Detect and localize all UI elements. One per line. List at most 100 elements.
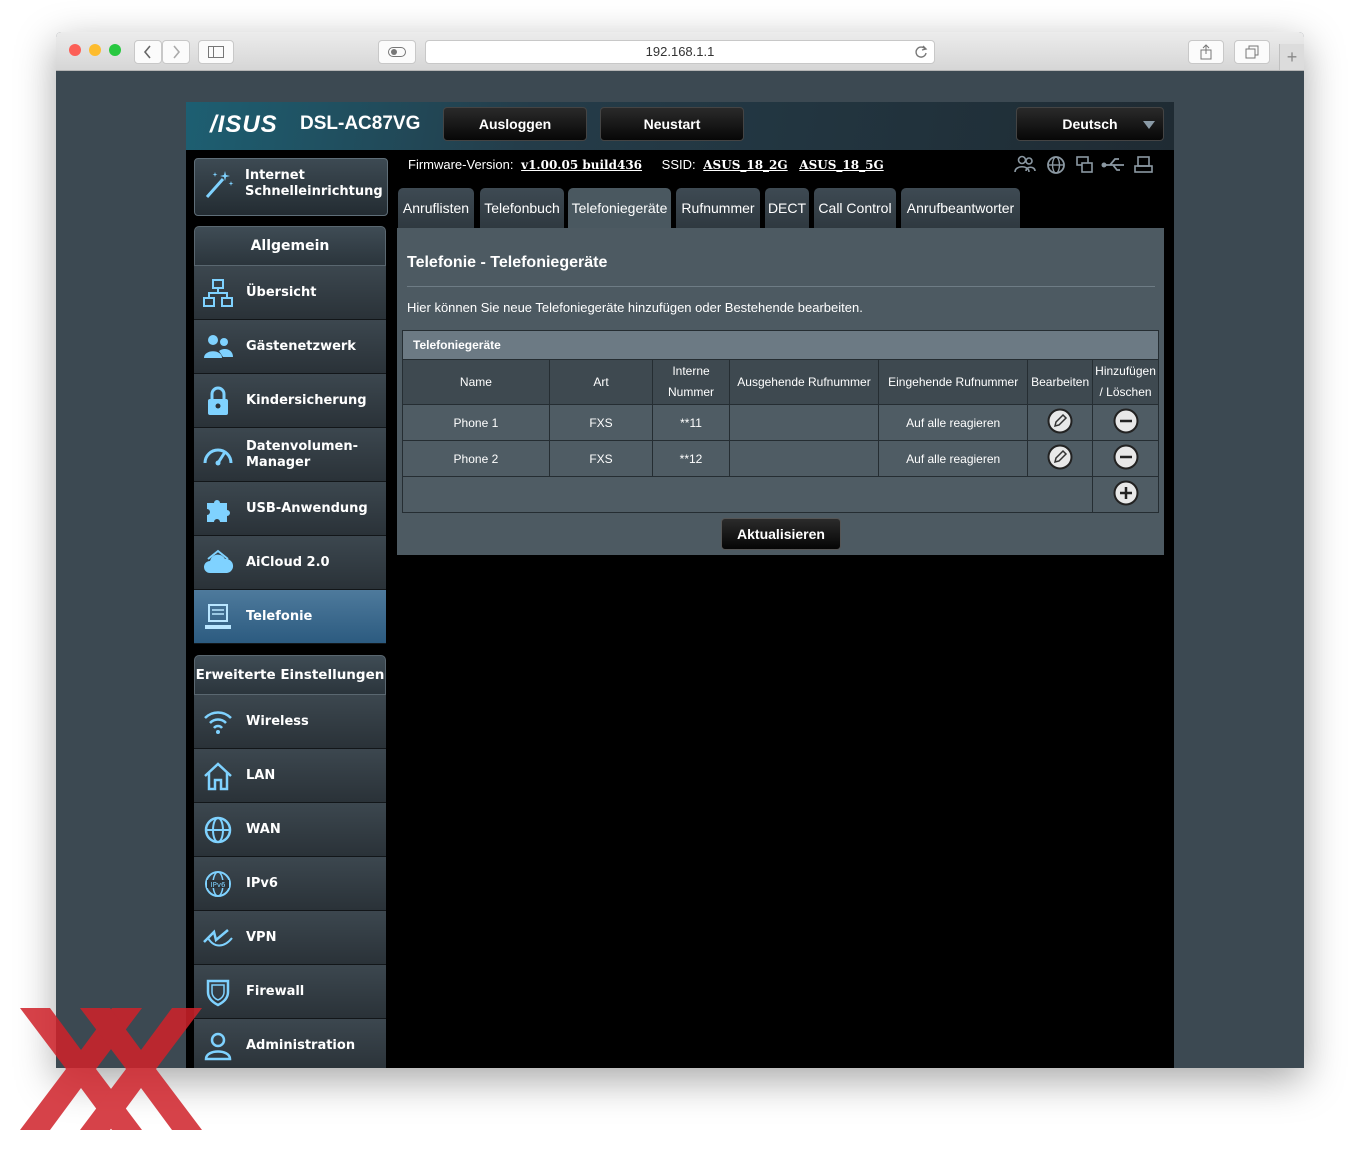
ipv6-globe-icon: IPv6 (205, 871, 231, 897)
tab-telefonbuch[interactable]: Telefonbuch (480, 188, 564, 228)
tabs-icon (1245, 45, 1259, 59)
model-name: DSL-AC87VG (300, 113, 421, 134)
tab-anruflisten[interactable]: Anruflisten (398, 188, 474, 228)
sidebar-item-gaestenetzwerk[interactable]: Gästenetzwerk (194, 320, 386, 374)
sidebar-item-vpn[interactable]: VPN (194, 911, 386, 965)
sidebar-item-label: VPN (246, 930, 277, 945)
tab-rufnummer[interactable]: Rufnummer (676, 188, 760, 228)
column-header: Ausgehende Rufnummer (728, 359, 880, 405)
internet-globe-icon[interactable] (1047, 156, 1065, 174)
sidebar-item-kindersicherung[interactable]: Kindersicherung (194, 374, 386, 428)
sidebar-item-label: Firewall (246, 984, 305, 999)
sidebar-item-lan[interactable]: LAN (194, 749, 386, 803)
sidebar-item-label: USB-Anwendung (246, 501, 368, 516)
table-title: Telefoniegeräte (402, 330, 1159, 360)
quick-internet-setup-button[interactable]: Internet Schnelleinrichtung (194, 158, 388, 216)
tabs-overview-button[interactable] (1234, 40, 1270, 64)
tab-telefoniegeraete[interactable]: Telefoniegeräte (568, 188, 671, 228)
ssid-2g-link[interactable]: ASUS_18_2G (703, 158, 787, 172)
svg-text:IPv6: IPv6 (211, 881, 226, 889)
add-plus-icon[interactable] (1113, 480, 1139, 506)
sidebar-toggle-button[interactable] (198, 40, 234, 64)
firmware-ssid-bar: Firmware-Version: v1.00.05 build436 SSID… (408, 157, 884, 172)
address-bar[interactable]: 192.168.1.1 (425, 40, 935, 64)
sidebar-item-firewall[interactable]: Firewall (194, 965, 386, 1019)
sidebar-item-label: IPv6 (246, 876, 278, 891)
asus-logo: /ISUS (210, 111, 278, 138)
sidebar-item-label: Administration (246, 1038, 356, 1053)
tab-dect[interactable]: DECT (765, 188, 809, 228)
sidebar-item-telefonie[interactable]: Telefonie (194, 590, 386, 644)
cell-internal-number: **12 (652, 440, 730, 477)
sidebar-icon (208, 46, 224, 58)
edit-cell (1027, 440, 1094, 477)
reader-toggle-button[interactable] (378, 40, 416, 64)
sidebar-item-label: Übersicht (246, 285, 317, 300)
advanced-section-title: Erweiterte Einstellungen (194, 655, 386, 695)
remove-minus-icon[interactable] (1113, 408, 1139, 434)
sidebar-item-label: AiCloud 2.0 (246, 555, 330, 570)
share-button[interactable] (1188, 40, 1224, 64)
column-header: Eingehende Rufnummer (878, 359, 1029, 405)
sidebar-item-label: Wireless (246, 714, 309, 729)
firmware-version-link[interactable]: v1.00.05 build436 (521, 158, 642, 172)
chevron-right-icon (173, 45, 181, 59)
close-window-button[interactable] (69, 44, 81, 56)
cell-incoming-number: Auf alle reagieren (878, 440, 1029, 477)
language-select[interactable]: Deutsch (1016, 107, 1164, 141)
content-panel: Telefonie - Telefoniegeräte Hier können … (397, 228, 1164, 555)
sidebar-item-ipv6[interactable]: IPv6 IPv6 (194, 857, 386, 911)
remove-minus-icon[interactable] (1113, 444, 1139, 470)
cell-name: Phone 2 (402, 440, 550, 477)
watermark-logo (20, 1008, 202, 1130)
ssid-label: SSID: (661, 157, 696, 172)
vpn-icon (203, 929, 233, 947)
usb-icon[interactable] (1101, 158, 1125, 171)
router-app: /ISUS DSL-AC87VG Ausloggen Neustart Deut… (186, 102, 1174, 1068)
printer-icon[interactable] (1134, 156, 1153, 173)
edit-pencil-icon[interactable] (1047, 408, 1073, 434)
sidebar-item-label: Datenvolumen-Manager (246, 439, 358, 470)
sidebar-item-wireless[interactable]: Wireless (194, 695, 386, 749)
sidebar-item-usb-anwendung[interactable]: USB-Anwendung (194, 482, 386, 536)
cloud-icon (204, 549, 234, 573)
cell-internal-number: **11 (652, 404, 730, 441)
sidebar-item-administration[interactable]: Administration (194, 1019, 386, 1068)
sidebar-item-wan[interactable]: WAN (194, 803, 386, 857)
telephony-icon (205, 604, 231, 629)
network-map-icon (203, 279, 233, 307)
devices-table: Telefoniegeräte Name Art Interne Nummer … (401, 330, 1159, 513)
devices-icon[interactable] (1076, 156, 1093, 173)
cell-outgoing-number (728, 404, 880, 441)
page-title: Telefonie - Telefoniegeräte (407, 254, 608, 271)
wifi-icon (204, 711, 232, 734)
logout-button[interactable]: Ausloggen (443, 107, 587, 141)
back-button[interactable] (134, 40, 162, 64)
edit-pencil-icon[interactable] (1047, 444, 1073, 470)
refresh-button[interactable]: Aktualisieren (721, 518, 841, 550)
column-header: Interne Nummer (652, 359, 730, 405)
url-text: 192.168.1.1 (645, 44, 715, 59)
guest-network-icon (204, 335, 233, 358)
sidebar-item-label: WAN (246, 822, 281, 837)
share-icon (1200, 44, 1212, 60)
clients-icon[interactable] (1014, 155, 1036, 173)
tab-call-control[interactable]: Call Control (814, 188, 896, 228)
sidebar-item-aicloud[interactable]: AiCloud 2.0 (194, 536, 386, 590)
sidebar-item-datenvolumen-manager[interactable]: Datenvolumen-Manager (194, 428, 386, 482)
forward-button[interactable] (162, 40, 190, 64)
minimize-window-button[interactable] (89, 44, 101, 56)
cell-type: FXS (548, 440, 654, 477)
reload-icon[interactable] (914, 45, 928, 59)
sidebar-item-uebersicht[interactable]: Übersicht (194, 266, 386, 320)
tab-anrufbeantworter[interactable]: Anrufbeantworter (901, 188, 1020, 228)
restart-button[interactable]: Neustart (600, 107, 744, 141)
page-description: Hier können Sie neue Telefoniegeräte hin… (407, 300, 863, 315)
ssid-5g-link[interactable]: ASUS_18_5G (799, 158, 883, 172)
puzzle-icon (207, 500, 230, 522)
zoom-window-button[interactable] (109, 44, 121, 56)
new-tab-button[interactable]: + (1279, 44, 1304, 70)
firmware-label: Firmware-Version: (408, 157, 514, 172)
shield-icon (206, 979, 230, 1007)
browser-window: 192.168.1.1 + /ISUS DSL-AC87VG Ausloggen… (56, 32, 1304, 1068)
